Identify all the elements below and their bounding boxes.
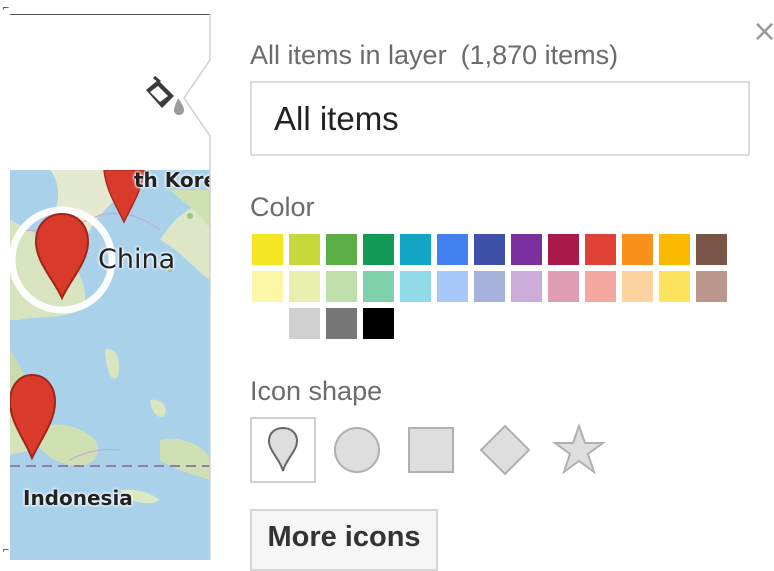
swatch-row-grays	[289, 308, 732, 339]
color-swatch[interactable]	[585, 234, 616, 265]
color-swatch[interactable]	[289, 271, 320, 302]
color-swatch[interactable]	[326, 271, 357, 302]
color-swatch[interactable]	[622, 234, 653, 265]
color-swatch[interactable]	[659, 271, 690, 302]
color-swatch[interactable]	[474, 234, 505, 265]
color-palette	[252, 234, 732, 345]
color-swatch[interactable]	[363, 271, 394, 302]
layer-title: All items in layer (1,870 items)	[250, 40, 618, 71]
shape-option-star[interactable]	[546, 417, 612, 483]
color-swatch[interactable]	[400, 234, 431, 265]
paint-bucket-icon[interactable]	[140, 76, 190, 120]
color-swatch[interactable]	[585, 271, 616, 302]
color-swatch[interactable]	[252, 234, 283, 265]
close-icon[interactable]: ×	[752, 14, 774, 49]
square-shape-icon	[408, 427, 454, 473]
color-swatch[interactable]	[326, 234, 357, 265]
color-swatch[interactable]	[474, 271, 505, 302]
color-swatch[interactable]	[289, 308, 320, 339]
layer-title-text: All items in layer	[250, 40, 447, 70]
pin-shape-icon	[267, 426, 299, 472]
color-swatch[interactable]	[548, 271, 579, 302]
color-swatch[interactable]	[548, 234, 579, 265]
shape-option-square[interactable]	[398, 417, 464, 483]
color-swatch[interactable]	[289, 234, 320, 265]
icon-shape-section-label: Icon shape	[250, 376, 383, 406]
swatch-row-saturated	[252, 234, 732, 265]
diamond-shape-icon	[479, 424, 531, 476]
shape-option-diamond[interactable]	[472, 417, 538, 483]
more-icons-button[interactable]: More icons	[250, 509, 438, 571]
color-swatch[interactable]	[437, 234, 468, 265]
color-swatch[interactable]	[326, 308, 357, 339]
shape-option-pin[interactable]	[250, 417, 316, 483]
item-count: (1,870 items)	[460, 40, 619, 70]
color-swatch[interactable]	[696, 234, 727, 265]
color-swatch[interactable]	[511, 234, 542, 265]
circle-shape-icon	[334, 427, 380, 473]
color-swatch[interactable]	[511, 271, 542, 302]
color-swatch[interactable]	[437, 271, 468, 302]
color-swatch[interactable]	[622, 271, 653, 302]
color-swatch[interactable]	[363, 308, 394, 339]
color-section-label: Color	[250, 192, 315, 222]
color-swatch[interactable]	[696, 271, 727, 302]
layer-name-input[interactable]	[250, 81, 750, 156]
color-swatch[interactable]	[252, 271, 283, 302]
color-swatch[interactable]	[400, 271, 431, 302]
star-shape-icon	[551, 422, 607, 475]
icon-shape-picker	[250, 417, 620, 483]
swatch-row-light	[252, 271, 732, 302]
color-swatch[interactable]	[363, 234, 394, 265]
shape-option-circle[interactable]	[324, 417, 390, 483]
color-swatch[interactable]	[659, 234, 690, 265]
